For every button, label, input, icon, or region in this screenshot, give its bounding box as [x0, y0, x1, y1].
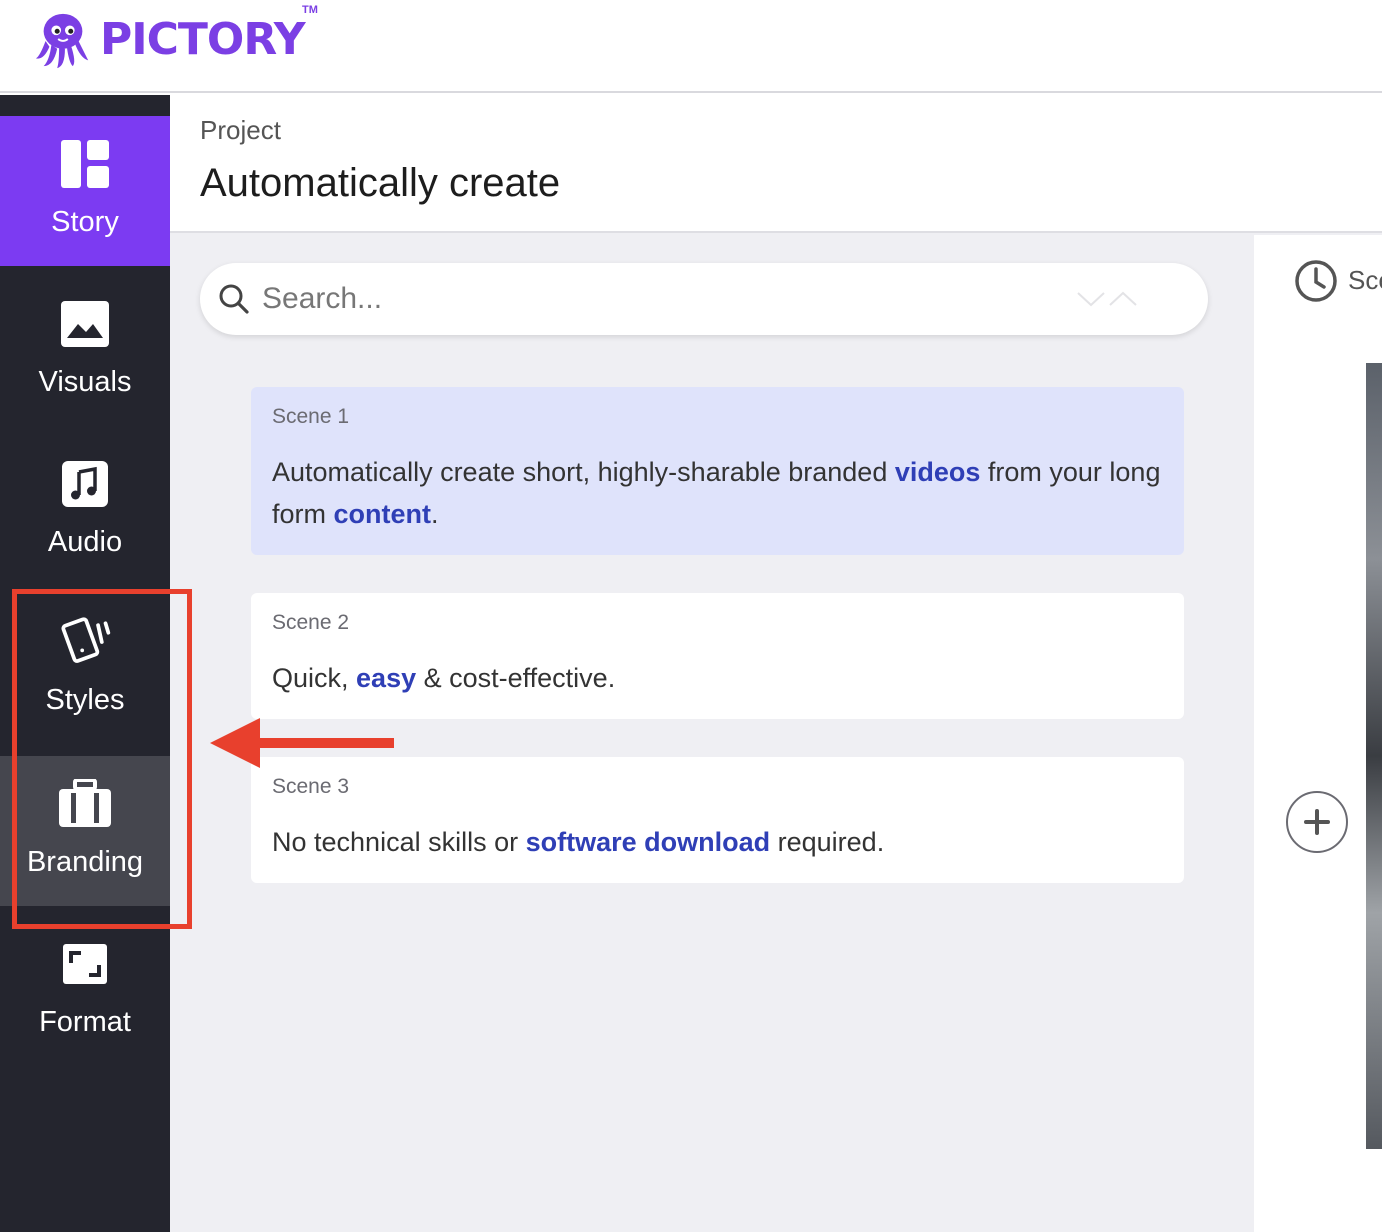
briefcase-icon — [57, 776, 113, 832]
scene-duration-label: Sce — [1348, 265, 1382, 295]
sidebar-item-label: Styles — [45, 684, 125, 716]
project-label: Project — [200, 115, 281, 145]
sidebar-item-branding[interactable]: Branding — [0, 756, 170, 906]
scene-card[interactable]: Scene 1 Automatically create short, high… — [251, 387, 1184, 555]
plus-icon — [1304, 809, 1330, 835]
sidebar-item-story[interactable]: Story — [0, 116, 170, 266]
trademark-mark: TM — [302, 4, 318, 16]
scene-label: Scene 1 — [272, 405, 350, 428]
sidebar-item-format[interactable]: Format — [0, 916, 170, 1066]
scene-text-part: Automatically create short, highly-shara… — [272, 457, 895, 487]
sidebar-item-audio[interactable]: Audio — [0, 436, 170, 586]
search-navigation-icon[interactable] — [1074, 289, 1144, 309]
main-area: Project Automatically create Scene 1 Aut… — [170, 95, 1382, 1232]
video-preview[interactable] — [1366, 363, 1382, 1149]
scene-text-part: Quick, — [272, 663, 357, 693]
scene-label: Scene 2 — [272, 611, 350, 634]
top-header: PICTORY TM — [0, 0, 1382, 93]
image-icon — [57, 296, 113, 352]
scene-keyword[interactable]: videos — [895, 457, 981, 487]
scene-label: Scene 3 — [272, 775, 350, 798]
brand-name: PICTORY — [100, 13, 306, 65]
scene-card[interactable]: Scene 3 No technical skills or software … — [251, 757, 1184, 883]
scene-text[interactable]: Quick, easy & cost-effective. — [272, 657, 1163, 699]
sidebar-item-label: Audio — [47, 526, 123, 558]
scene-keyword[interactable]: content — [334, 499, 432, 529]
search-icon — [219, 284, 249, 314]
music-icon — [57, 456, 113, 512]
scene-keyword[interactable]: easy — [356, 663, 416, 693]
layout-icon — [57, 136, 113, 192]
sidebar-item-visuals[interactable]: Visuals — [0, 276, 170, 426]
project-title[interactable]: Automatically create — [200, 161, 560, 206]
octopus-logo-icon — [35, 13, 89, 69]
scene-text-part: required. — [770, 827, 885, 857]
clock-icon[interactable] — [1294, 259, 1338, 303]
scene-text-part: . — [431, 499, 439, 529]
scene-text-part: & cost-effective. — [416, 663, 616, 693]
aspect-ratio-icon — [57, 936, 113, 992]
sidebar-item-styles[interactable]: Styles — [0, 596, 170, 756]
scene-text[interactable]: No technical skills or software download… — [272, 821, 1163, 863]
scene-text-part: No technical skills or — [272, 827, 526, 857]
scene-keyword[interactable]: software download — [526, 827, 771, 857]
search-bar — [200, 263, 1208, 335]
project-header: Project Automatically create — [170, 95, 1382, 233]
scene-card[interactable]: Scene 2 Quick, easy & cost-effective. — [251, 593, 1184, 719]
sidebar-nav: Story Visuals Audio Styles Branding Form… — [0, 95, 170, 1232]
sidebar-item-label: Visuals — [38, 366, 132, 398]
pictory-logo[interactable]: PICTORY TM — [32, 4, 318, 72]
add-scene-button[interactable] — [1286, 791, 1348, 853]
sidebar-item-label: Format — [39, 1006, 131, 1038]
cards-icon — [57, 614, 113, 670]
preview-panel: Sce — [1254, 235, 1382, 1232]
search-input[interactable] — [262, 275, 1062, 323]
scene-text[interactable]: Automatically create short, highly-shara… — [272, 451, 1163, 535]
sidebar-item-label: Story — [51, 206, 119, 238]
sidebar-item-label: Branding — [26, 846, 144, 878]
